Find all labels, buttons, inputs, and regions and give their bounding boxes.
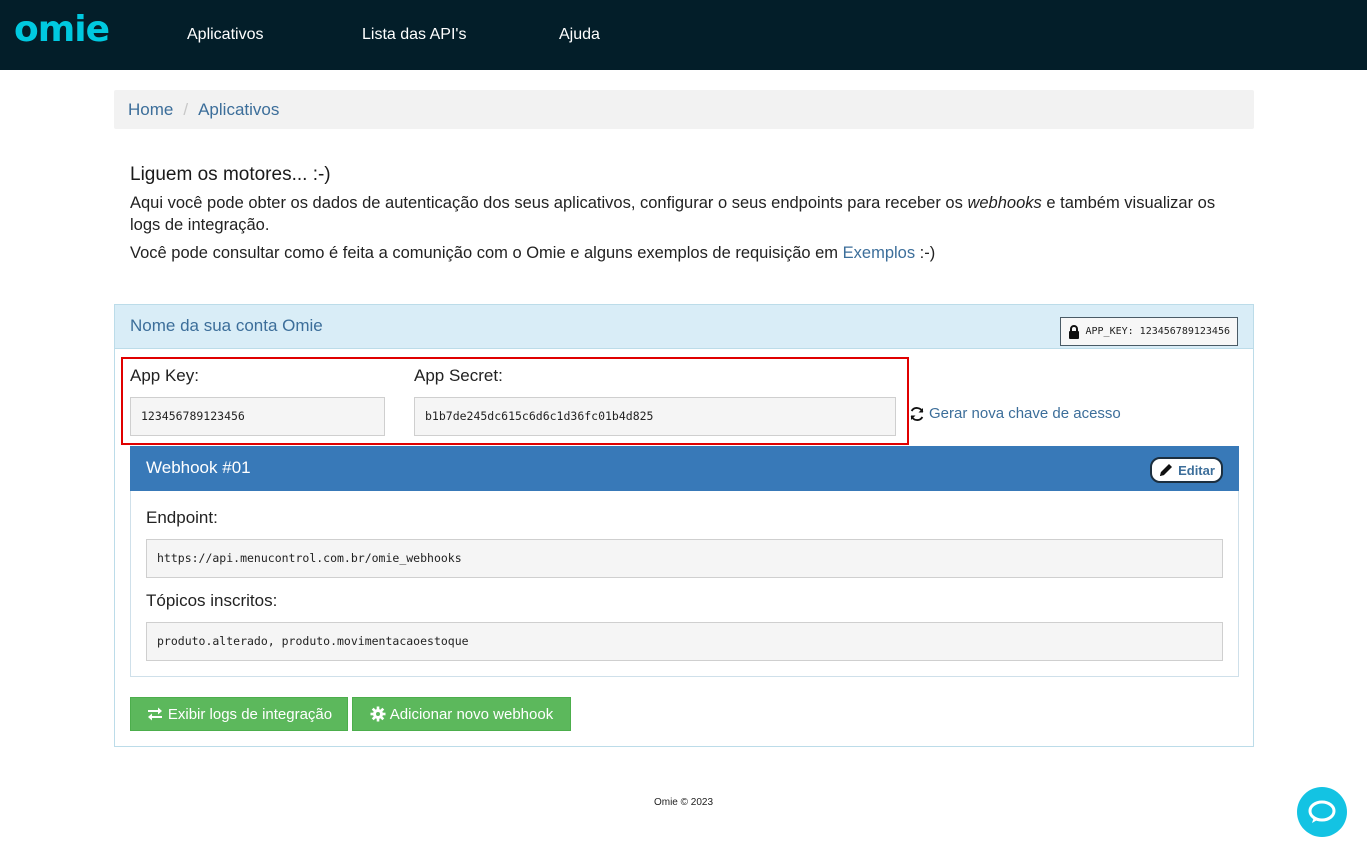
webhook-card: Webhook #01 Editar Endpoint: https://api…	[130, 446, 1239, 677]
endpoint-field[interactable]: https://api.menucontrol.com.br/omie_webh…	[146, 539, 1223, 578]
show-logs-button[interactable]: Exibir logs de integração	[130, 697, 348, 731]
show-logs-label: Exibir logs de integração	[167, 705, 333, 723]
intro-p1-text: Aqui você pode obter os dados de autenti…	[130, 194, 968, 212]
pencil-icon	[1160, 464, 1173, 476]
nav-lista-apis[interactable]: Lista das API's	[362, 24, 466, 46]
chat-bubble-icon	[1308, 800, 1336, 823]
exemplos-link[interactable]: Exemplos	[843, 244, 915, 262]
gear-icon	[370, 706, 386, 722]
app-key-badge: APP_KEY: 123456789123456	[1059, 317, 1238, 346]
breadcrumb-home[interactable]: Home	[128, 100, 173, 119]
intro-section: Liguem os motores... :-) Aqui você pode …	[130, 162, 1240, 264]
breadcrumb-separator: /	[183, 100, 189, 119]
nav-aplicativos[interactable]: Aplicativos	[187, 24, 263, 46]
app-key-badge-text: APP_KEY: 123456789123456	[1085, 326, 1231, 337]
account-panel: Nome da sua conta Omie APP_KEY: 12345678…	[114, 304, 1254, 747]
edit-webhook-button[interactable]: Editar	[1150, 457, 1223, 483]
intro-paragraph-2: Você pode consultar como é feita a comun…	[130, 242, 1240, 264]
account-name: Nome da sua conta Omie	[130, 316, 323, 335]
add-webhook-label: Adicionar novo webhook	[389, 705, 554, 723]
top-navbar: omie Aplicativos Lista das API's Ajuda	[0, 0, 1367, 70]
add-webhook-button[interactable]: Adicionar novo webhook	[352, 697, 571, 731]
breadcrumb-current[interactable]: Aplicativos	[198, 100, 279, 119]
regenerate-key-link[interactable]: Gerar nova chave de acesso	[909, 404, 1121, 424]
intro-paragraph-1: Aqui você pode obter os dados de autenti…	[130, 192, 1240, 236]
intro-title: Liguem os motores... :-)	[130, 164, 331, 185]
webhook-title: Webhook #01	[146, 458, 251, 477]
breadcrumb: Home / Aplicativos	[114, 90, 1254, 129]
refresh-icon	[910, 407, 924, 421]
omie-logo[interactable]: omie	[14, 10, 110, 50]
app-key-label: App Key:	[130, 366, 199, 385]
footer: Omie © 2023	[653, 797, 714, 808]
regenerate-key-label: Gerar nova chave de acesso	[929, 405, 1121, 422]
topics-label: Tópicos inscritos:	[146, 591, 278, 610]
nav-ajuda[interactable]: Ajuda	[559, 24, 600, 46]
intro-p2-text-end: :-)	[915, 244, 936, 262]
intro-p2-text: Você pode consultar como é feita a comun…	[130, 244, 843, 262]
app-secret-label: App Secret:	[414, 366, 503, 385]
endpoint-label: Endpoint:	[146, 508, 218, 527]
chat-button[interactable]	[1297, 787, 1347, 837]
topics-field[interactable]: produto.alterado, produto.movimentacaoes…	[146, 622, 1223, 661]
lock-icon	[1068, 324, 1079, 339]
exchange-icon	[147, 707, 162, 721]
webhook-header: Webhook #01 Editar	[130, 446, 1239, 491]
edit-webhook-label: Editar	[1178, 462, 1215, 478]
app-key-field[interactable]: 123456789123456	[130, 397, 385, 436]
intro-p1-emphasis: webhooks	[967, 194, 1042, 212]
account-panel-header: Nome da sua conta Omie APP_KEY: 12345678…	[115, 305, 1253, 349]
app-secret-field[interactable]: b1b7de245dc615c6d6c1d36fc01b4d825	[414, 397, 896, 436]
